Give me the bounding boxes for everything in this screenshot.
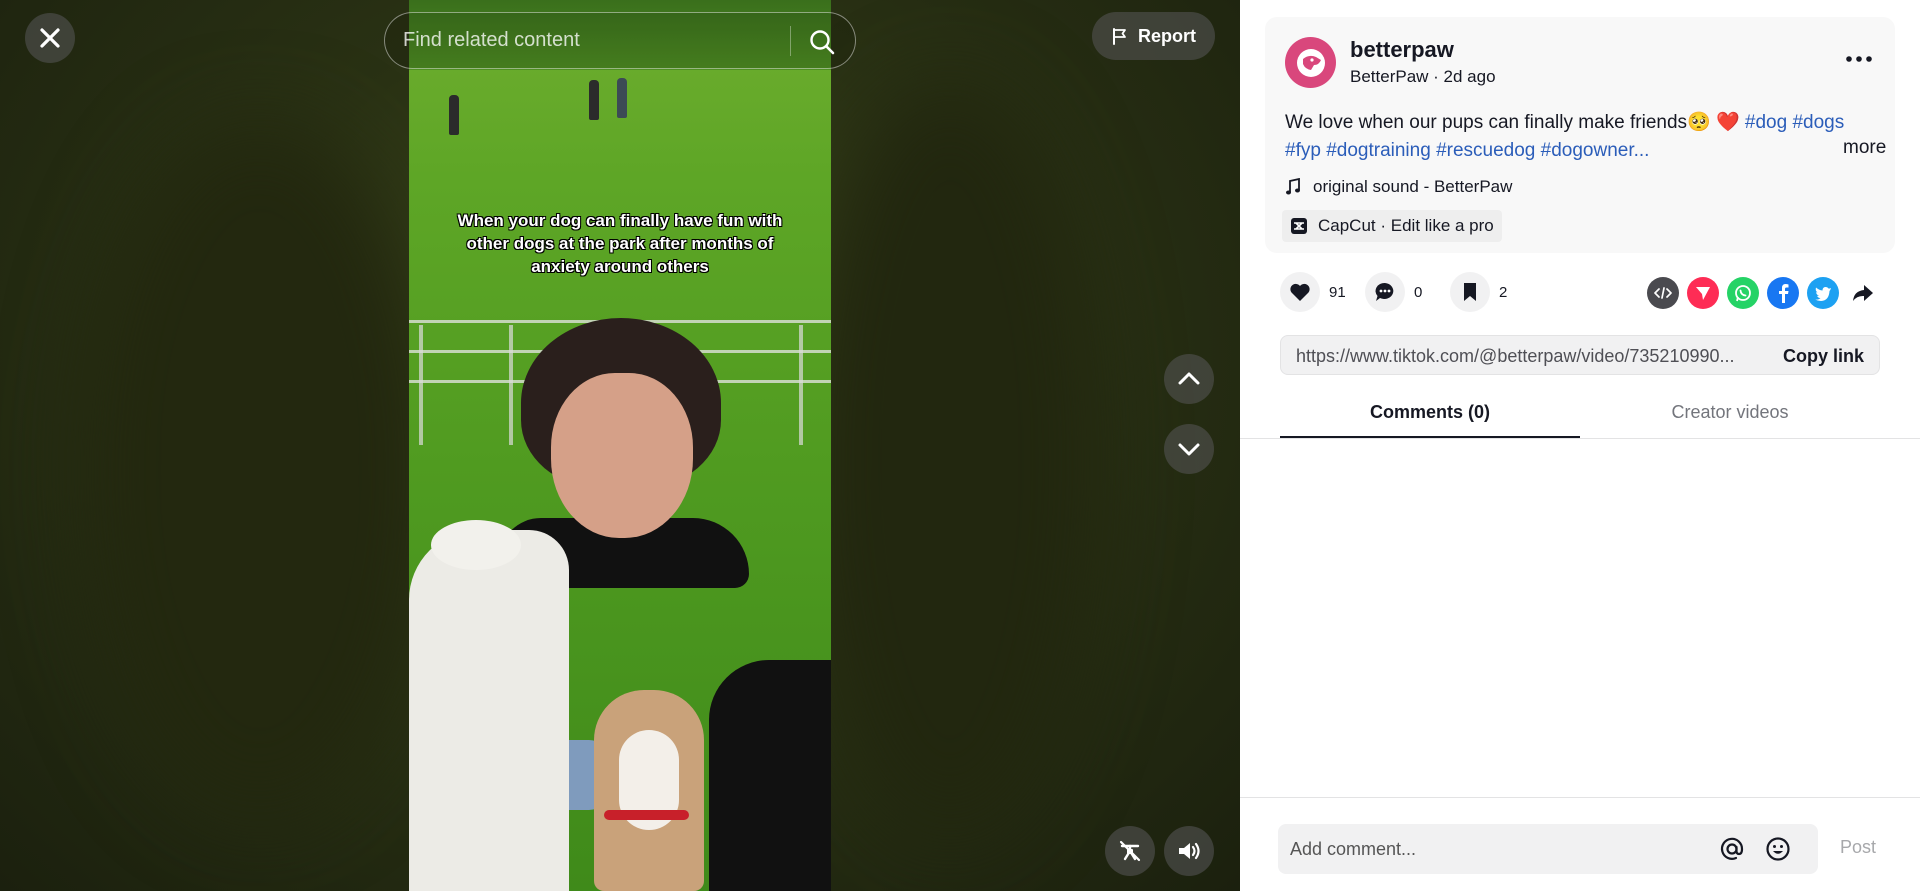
search-input[interactable] bbox=[403, 13, 773, 68]
video-caption: When your dog can finally have fun with … bbox=[457, 211, 783, 276]
video-link-box: https://www.tiktok.com/@betterpaw/video/… bbox=[1280, 335, 1880, 375]
video-dark-object bbox=[709, 660, 831, 891]
previous-video-button[interactable] bbox=[1164, 354, 1214, 404]
comment-input-box bbox=[1278, 824, 1818, 874]
post-time: 2d ago bbox=[1443, 67, 1496, 86]
hashtag[interactable]: #dogs bbox=[1792, 112, 1844, 133]
close-button[interactable] bbox=[25, 13, 75, 63]
like-button[interactable]: 91 bbox=[1280, 272, 1351, 312]
floating-player-button[interactable] bbox=[1105, 826, 1155, 876]
hashtag[interactable]: #rescuedog bbox=[1436, 140, 1535, 161]
hashtag[interactable]: #dogowner... bbox=[1541, 140, 1650, 161]
more-options-button[interactable] bbox=[1842, 47, 1876, 71]
whatsapp-icon bbox=[1735, 285, 1751, 302]
next-video-button[interactable] bbox=[1164, 424, 1214, 474]
copy-link-button[interactable]: Copy link bbox=[1766, 336, 1881, 376]
heart-icon bbox=[1290, 283, 1310, 301]
sound-link[interactable]: original sound - BetterPaw bbox=[1285, 174, 1512, 200]
capcut-link[interactable]: CapCut · Edit like a pro bbox=[1282, 210, 1502, 242]
report-label: Report bbox=[1138, 25, 1196, 46]
share-arrow-icon bbox=[1853, 285, 1873, 301]
description-text: We love when our pups can finally make f… bbox=[1285, 112, 1745, 133]
meta-separator: · bbox=[1428, 67, 1444, 86]
description-more-button[interactable]: more bbox=[1843, 137, 1886, 159]
tab-creator-videos[interactable]: Creator videos bbox=[1580, 390, 1880, 438]
comment-input[interactable] bbox=[1290, 824, 1690, 874]
blurred-background-right bbox=[800, 80, 1100, 840]
facebook-share-button[interactable] bbox=[1767, 277, 1799, 309]
details-panel: betterpaw BetterPaw · 2d ago We love whe… bbox=[1240, 0, 1920, 891]
embed-icon bbox=[1654, 287, 1672, 299]
video-url: https://www.tiktok.com/@betterpaw/video/… bbox=[1296, 346, 1735, 366]
avatar[interactable] bbox=[1285, 37, 1336, 88]
video-player[interactable]: When your dog can finally have fun with … bbox=[409, 0, 831, 891]
blurred-background-left bbox=[80, 120, 440, 820]
sound-label: original sound - BetterPaw bbox=[1313, 177, 1513, 196]
facebook-icon bbox=[1779, 284, 1789, 303]
share-row bbox=[1647, 277, 1879, 309]
twitter-share-button[interactable] bbox=[1807, 277, 1839, 309]
post-comment-button[interactable]: Post bbox=[1840, 837, 1876, 858]
save-button[interactable]: 2 bbox=[1450, 272, 1521, 312]
author-display-name[interactable]: BetterPaw bbox=[1350, 67, 1428, 86]
music-note-icon bbox=[1286, 178, 1300, 195]
panel-tabs: Comments (0) Creator videos bbox=[1280, 390, 1880, 438]
volume-icon bbox=[1179, 842, 1200, 860]
embed-button[interactable] bbox=[1647, 277, 1679, 309]
search-divider bbox=[790, 26, 791, 56]
video-brown-dog bbox=[594, 690, 704, 891]
post-info-card: betterpaw BetterPaw · 2d ago We love whe… bbox=[1265, 17, 1895, 253]
video-white-dog-head bbox=[431, 520, 521, 570]
report-button[interactable]: Report bbox=[1092, 12, 1215, 60]
bookmark-icon bbox=[1464, 283, 1476, 301]
dog-logo-icon bbox=[1296, 48, 1325, 77]
search-bar[interactable] bbox=[384, 12, 856, 69]
video-white-dog bbox=[409, 530, 569, 891]
fence-post bbox=[799, 325, 803, 445]
action-row: 91 0 2 bbox=[1280, 272, 1535, 312]
video-person bbox=[449, 95, 459, 135]
emoji-icon[interactable] bbox=[1765, 836, 1791, 862]
whatsapp-share-button[interactable] bbox=[1727, 277, 1759, 309]
video-person bbox=[617, 78, 627, 118]
ellipsis-icon bbox=[1846, 56, 1872, 62]
post-description: We love when our pups can finally make f… bbox=[1285, 109, 1845, 165]
send-to-friends-button[interactable] bbox=[1687, 277, 1719, 309]
capcut-icon bbox=[1291, 218, 1307, 234]
video-stage: When your dog can finally have fun with … bbox=[0, 0, 1240, 891]
hashtag[interactable]: #fyp bbox=[1285, 140, 1321, 161]
tabs-divider bbox=[1240, 438, 1920, 439]
save-count: 2 bbox=[1499, 283, 1508, 301]
fence-post bbox=[419, 325, 423, 445]
search-icon[interactable] bbox=[808, 28, 836, 56]
twitter-icon bbox=[1815, 287, 1831, 301]
more-share-button[interactable] bbox=[1847, 277, 1879, 309]
like-count: 91 bbox=[1329, 283, 1346, 301]
capcut-label: CapCut · Edit like a pro bbox=[1318, 216, 1494, 235]
mention-icon[interactable] bbox=[1719, 836, 1745, 862]
author-username[interactable]: betterpaw bbox=[1350, 37, 1454, 63]
send-icon bbox=[1696, 287, 1710, 300]
video-person bbox=[589, 80, 599, 120]
flag-icon bbox=[1113, 28, 1126, 45]
chevron-down-icon bbox=[1178, 443, 1200, 456]
close-icon bbox=[40, 28, 60, 48]
tab-comments[interactable]: Comments (0) bbox=[1280, 390, 1580, 438]
author-meta: BetterPaw · 2d ago bbox=[1350, 67, 1496, 87]
hashtag[interactable]: #dog bbox=[1745, 112, 1787, 133]
comment-button[interactable]: 0 bbox=[1365, 272, 1436, 312]
comment-divider bbox=[1240, 797, 1920, 798]
drone-off-icon bbox=[1119, 840, 1141, 862]
comment-count: 0 bbox=[1414, 283, 1423, 301]
comment-icon bbox=[1375, 282, 1394, 301]
volume-button[interactable] bbox=[1164, 826, 1214, 876]
chevron-up-icon bbox=[1178, 372, 1200, 385]
hashtag[interactable]: #dogtraining bbox=[1326, 140, 1431, 161]
